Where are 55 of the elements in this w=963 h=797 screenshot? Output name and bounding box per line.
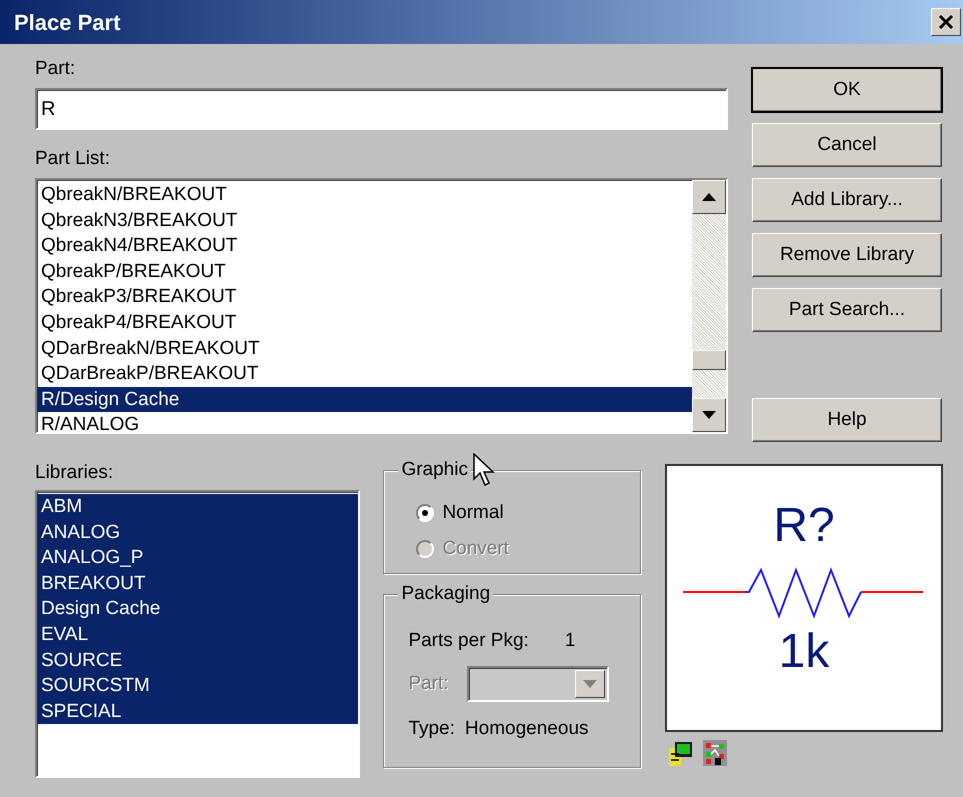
dialog-button[interactable]: Part Search... xyxy=(752,288,942,332)
list-item[interactable]: ANALOG_P xyxy=(37,545,358,571)
list-item[interactable]: EVAL xyxy=(37,622,358,648)
list-item[interactable]: QbreakP4/BREAKOUT xyxy=(37,310,692,336)
scroll-up-button[interactable] xyxy=(692,180,726,214)
dialog-button[interactable]: Add Library... xyxy=(752,178,942,222)
part-field[interactable]: R xyxy=(35,88,728,130)
pcb-toolbar-icon[interactable] xyxy=(703,740,727,766)
scrollbar[interactable] xyxy=(692,180,726,432)
window-title: Place Part xyxy=(14,8,120,36)
list-item[interactable]: QbreakP3/BREAKOUT xyxy=(37,284,692,310)
mouse-pointer-icon xyxy=(473,453,495,487)
list-item[interactable]: R/ANALOG xyxy=(37,412,692,432)
list-item[interactable]: QDarBreakN/BREAKOUT xyxy=(37,336,692,362)
dialog-button[interactable]: Remove Library xyxy=(752,233,942,277)
close-button[interactable] xyxy=(931,8,961,36)
down-arrow-icon xyxy=(702,411,716,419)
list-item[interactable]: SOURCE xyxy=(37,648,358,674)
list-item[interactable]: ABM xyxy=(37,494,358,520)
list-item[interactable]: ANALOG xyxy=(37,520,358,546)
part-listbox[interactable]: QbreakN/BREAKOUT QbreakN3/BREAKOUT QbreakN4/BREAKOUT QbreakP/BREAKOUT QbreakP3/BREAKOUT QbreakP4/BREAKOUT QDarBreakN/BREAKOUT QDarBreakP/BREAKOUT R/Design Cache R/ANALOG xyxy=(35,178,728,434)
list-item[interactable]: QDarBreakP/BREAKOUT xyxy=(37,361,692,387)
field-label: Part List: xyxy=(35,147,111,171)
list-item[interactable]: Design Cache xyxy=(37,596,358,622)
list-item[interactable]: SPECIAL xyxy=(37,698,358,724)
field-label: Type: xyxy=(408,716,455,741)
libraries-listbox[interactable]: ABM ANALOG ANALOG_P BREAKOUT Design Cache EVAL SOURCE SOURCSTM SPECIAL xyxy=(35,490,360,778)
close-icon xyxy=(938,14,954,30)
radio-label: Normal xyxy=(442,500,504,525)
field-label: Parts per Pkg: xyxy=(408,628,529,653)
list-item[interactable]: QbreakP/BREAKOUT xyxy=(37,258,692,284)
dropdown-arrow-icon xyxy=(582,680,597,688)
field-label: Part: xyxy=(35,57,76,81)
dialog-button[interactable]: Help xyxy=(752,398,942,442)
field-label: Part: xyxy=(408,672,449,696)
value-label: 1k xyxy=(778,628,830,676)
schematic-toolbar-icon[interactable] xyxy=(669,740,693,766)
dialog-button[interactable]: Cancel xyxy=(752,123,942,167)
radio-button[interactable] xyxy=(416,504,434,522)
part-dropdown[interactable] xyxy=(466,666,609,702)
scroll-thumb[interactable] xyxy=(692,350,726,370)
up-arrow-icon xyxy=(702,193,716,201)
list-item[interactable]: BREAKOUT xyxy=(37,570,358,596)
list-item[interactable]: SOURCSTM xyxy=(37,673,358,699)
list-item[interactable]: QbreakN4/BREAKOUT xyxy=(37,233,692,259)
radio-label: Convert xyxy=(442,536,509,561)
field-value: 1 xyxy=(564,628,576,653)
list-item[interactable]: QbreakN3/BREAKOUT xyxy=(37,208,692,234)
list-item[interactable]: QbreakN/BREAKOUT xyxy=(37,182,692,208)
dialog-button[interactable]: OK xyxy=(752,68,942,112)
list-item[interactable]: R/Design Cache xyxy=(37,386,692,412)
reference-label: R? xyxy=(773,502,835,550)
scroll-down-button[interactable] xyxy=(692,398,726,432)
field-value: Homogeneous xyxy=(464,716,589,741)
field-label: Libraries: xyxy=(35,461,114,485)
